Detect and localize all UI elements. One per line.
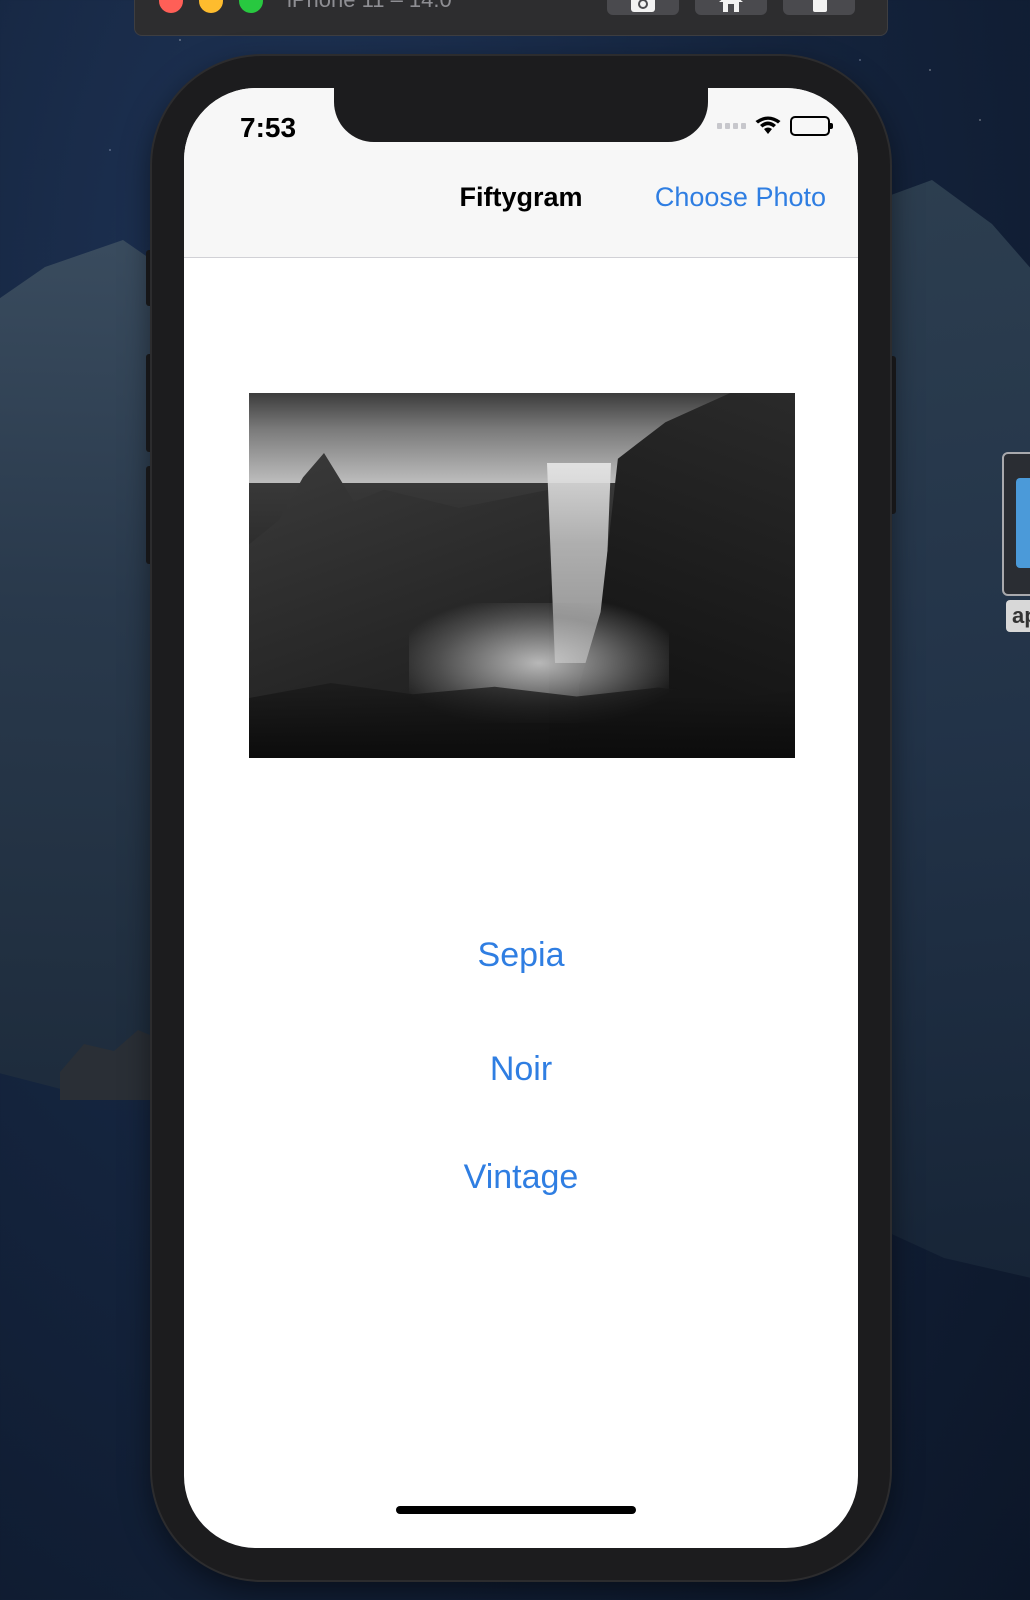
vintage-filter-button[interactable]: Vintage: [184, 1158, 858, 1197]
zoom-window-button[interactable]: [239, 0, 263, 13]
status-icons: [717, 116, 833, 136]
minimize-window-button[interactable]: [199, 0, 223, 13]
camera-icon: [631, 0, 655, 12]
home-icon: [719, 0, 743, 12]
background-window-label: ap: [1006, 600, 1030, 632]
rotate-button[interactable]: [783, 0, 855, 15]
background-window[interactable]: [1002, 452, 1030, 596]
home-indicator[interactable]: [396, 1506, 636, 1514]
photo-preview: [249, 393, 795, 758]
sepia-filter-button[interactable]: Sepia: [184, 936, 858, 975]
signal-icon: [717, 123, 746, 129]
noir-filter-button[interactable]: Noir: [184, 1050, 858, 1089]
rotate-icon: [813, 0, 827, 12]
iphone-screen: 7:53 Fiftygram Choose Photo Sepia Noir V…: [184, 88, 858, 1548]
simulator-title: iPhone 11 – 14.0: [287, 0, 452, 13]
screenshot-button[interactable]: [607, 0, 679, 15]
wifi-icon: [755, 116, 781, 134]
battery-icon: [790, 116, 833, 136]
choose-photo-button[interactable]: Choose Photo: [655, 182, 826, 213]
simulator-title-bar: iPhone 11 – 14.0: [134, 0, 888, 36]
home-button[interactable]: [695, 0, 767, 15]
navigation-bar: Fiftygram Choose Photo: [184, 158, 858, 258]
background-window-content: [1016, 478, 1030, 568]
status-time: 7:53: [240, 112, 297, 143]
close-window-button[interactable]: [159, 0, 183, 13]
notch: [334, 88, 708, 142]
